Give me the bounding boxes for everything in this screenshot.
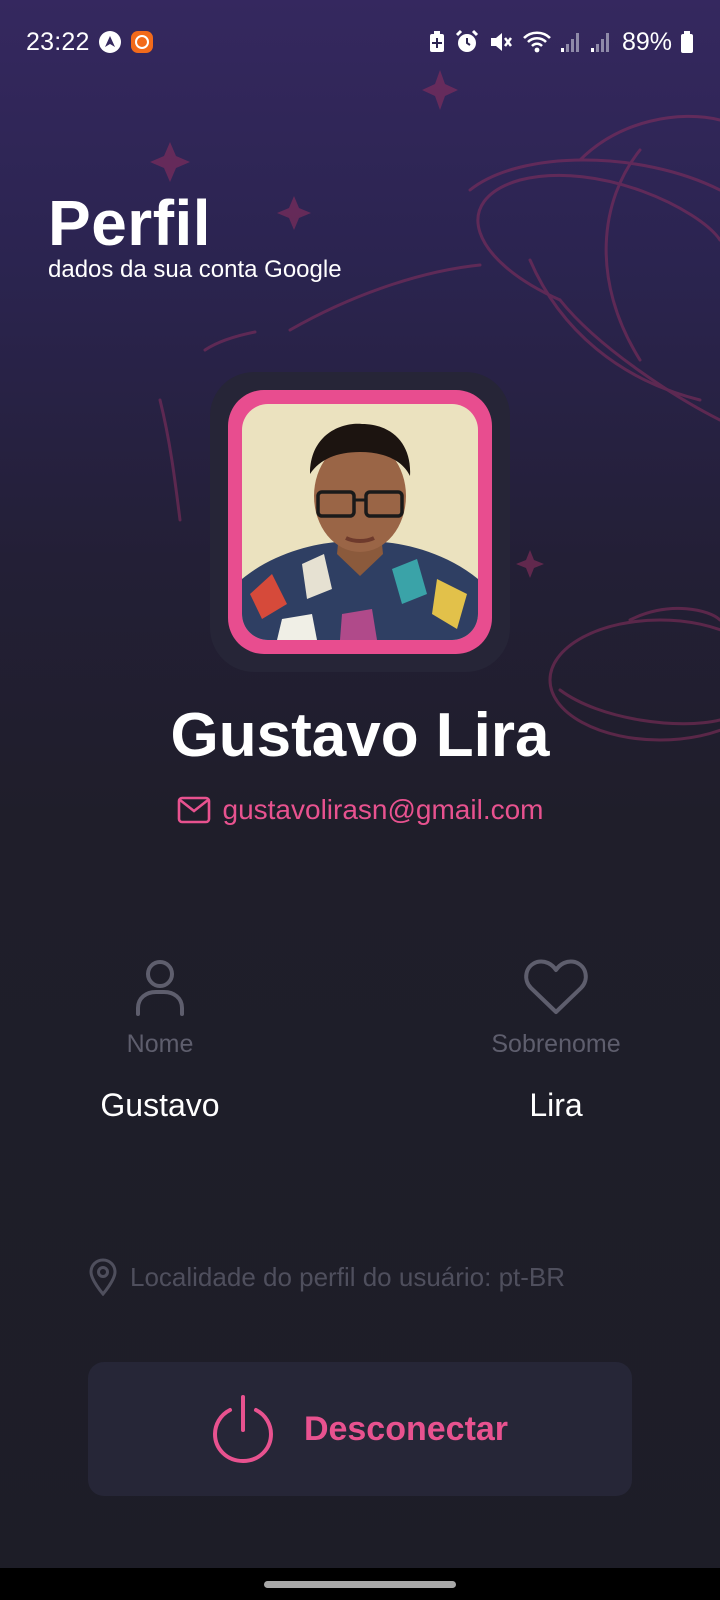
profile-photo — [242, 404, 478, 640]
page-subtitle: dados da sua conta Google — [48, 256, 342, 283]
mute-icon — [488, 29, 514, 55]
status-bar: 23:22 89% — [0, 0, 720, 84]
status-time: 23:22 — [26, 27, 90, 56]
signal-1-icon — [560, 30, 582, 54]
first-name-field: Nome Gustavo — [30, 958, 290, 1124]
first-name-label: Nome — [126, 1030, 194, 1058]
home-indicator[interactable] — [264, 1581, 456, 1588]
last-name-label: Sobrenome — [491, 1030, 621, 1058]
battery-icon — [680, 30, 694, 54]
heart-icon — [523, 958, 589, 1016]
page-title: Perfil — [48, 187, 212, 259]
status-bar-left: 23:22 — [26, 28, 154, 57]
power-icon — [212, 1394, 274, 1464]
logout-button[interactable]: Desconectar — [88, 1362, 632, 1496]
email-row: gustavolirasn@gmail.com — [0, 794, 720, 826]
user-full-name: Gustavo Lira — [170, 701, 550, 770]
locale-text: Localidade do perfil do usuário: pt-BR — [130, 1261, 566, 1292]
mail-icon — [177, 796, 211, 824]
last-name-field: Sobrenome Lira — [426, 958, 686, 1124]
wifi-icon — [522, 30, 552, 54]
android-auto-icon — [98, 30, 122, 54]
logout-label: Desconectar — [303, 1409, 509, 1448]
first-name-value: Gustavo — [100, 1087, 220, 1123]
last-name-value: Lira — [529, 1087, 583, 1123]
alarm-icon — [454, 29, 480, 55]
battery-saver-icon — [428, 30, 446, 54]
profile-screen: 23:22 89% Perfil dados da sua conta Goog… — [0, 0, 720, 1600]
location-pin-icon — [88, 1258, 118, 1296]
user-email: gustavolirasn@gmail.com — [222, 794, 544, 825]
avatar — [228, 390, 492, 654]
mi-app-icon — [130, 30, 154, 54]
locale-row: Localidade do perfil do usuário: pt-BR — [88, 1258, 565, 1296]
signal-2-icon — [590, 30, 612, 54]
user-icon — [132, 958, 188, 1016]
status-bar-right: 89% — [428, 28, 694, 57]
battery-percentage: 89% — [621, 27, 672, 56]
